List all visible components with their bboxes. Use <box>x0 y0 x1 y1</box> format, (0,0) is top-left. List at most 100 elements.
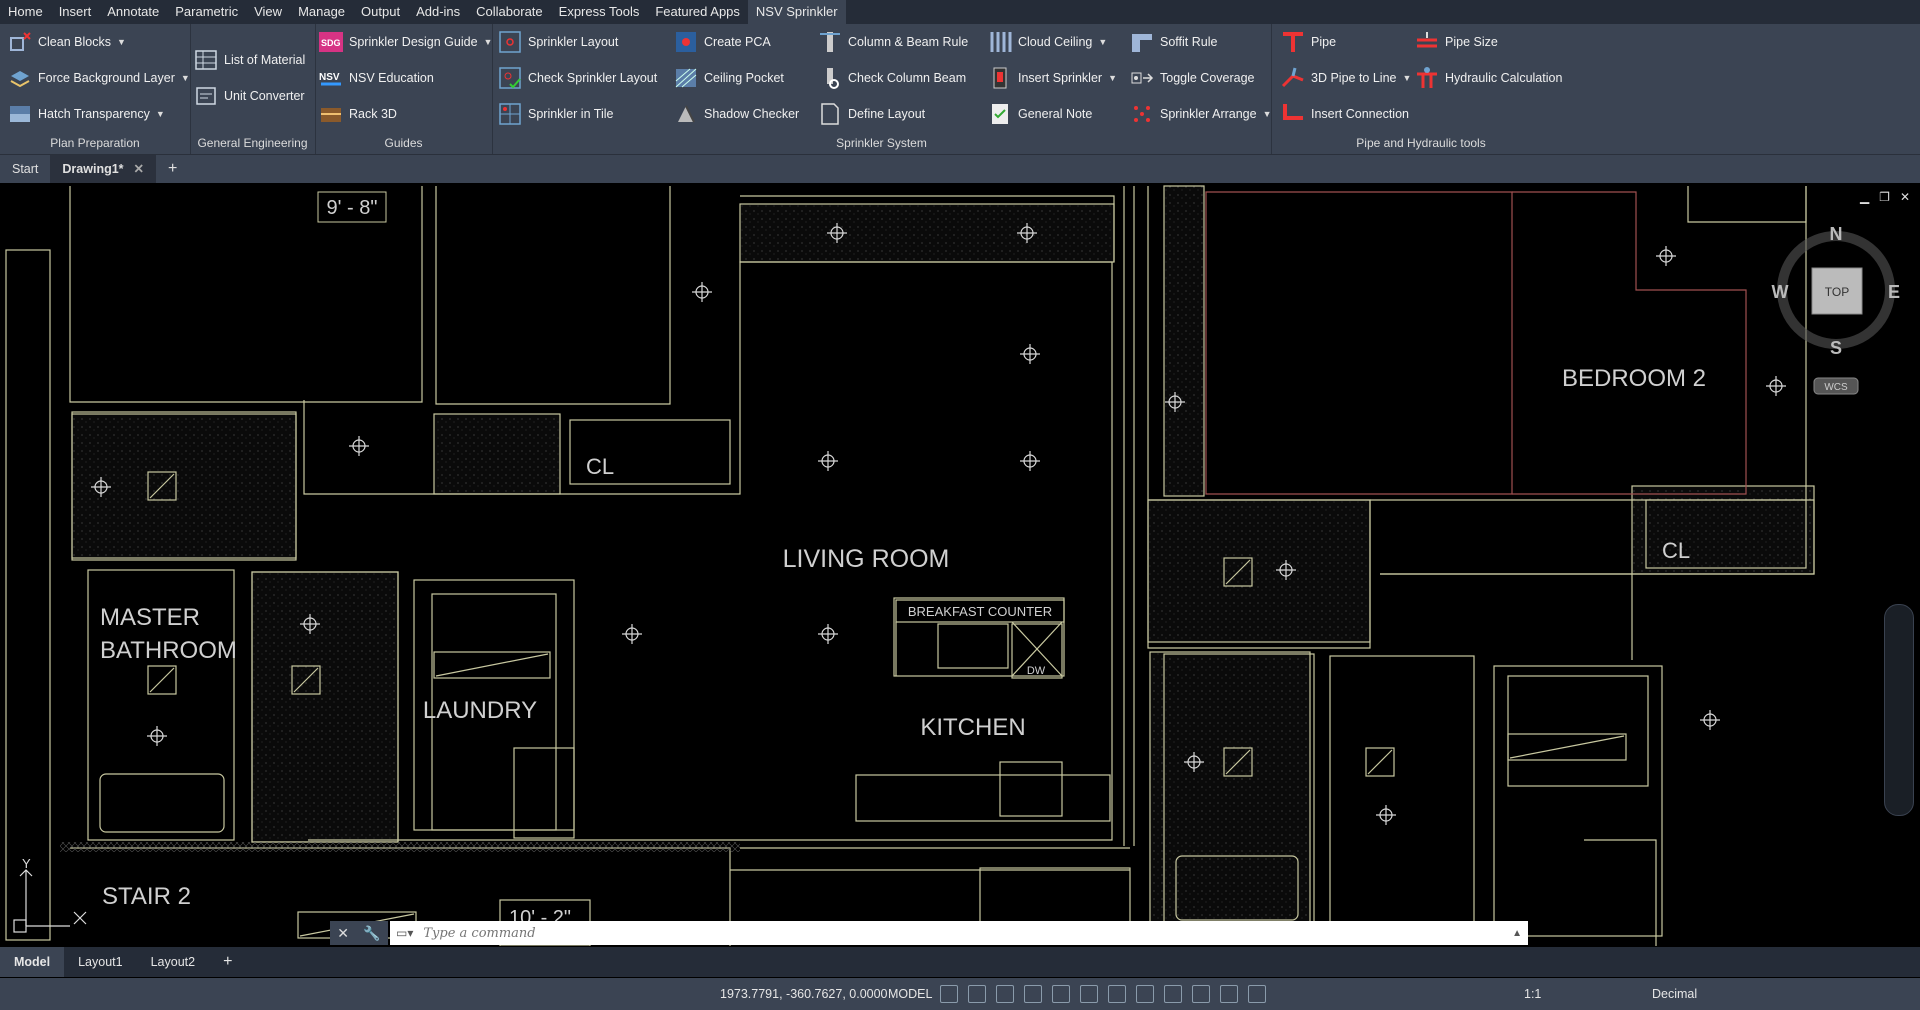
viewcube-south[interactable]: S <box>1830 338 1842 358</box>
column-beam-rule-button[interactable]: Column & Beam Rule <box>818 30 968 54</box>
sprinkler-arrange-button[interactable]: Sprinkler Arrange ▼ <box>1130 102 1272 126</box>
command-input[interactable] <box>421 924 1476 942</box>
viewport-window-controls: ▁ ❐ ✕ <box>1860 190 1910 204</box>
menu-nsv-sprinkler[interactable]: NSV Sprinkler <box>747 0 846 24</box>
breakfast-counter-label: BREAKFAST COUNTER <box>908 604 1052 619</box>
sprinkler-layout-button[interactable]: Sprinkler Layout <box>498 30 618 54</box>
cloud-ceiling-button[interactable]: Cloud Ceiling ▼ <box>988 30 1107 54</box>
define-layout-button[interactable]: Define Layout <box>818 102 925 126</box>
pipe-size-icon <box>1417 32 1437 48</box>
add-layout-button[interactable]: + <box>209 947 246 977</box>
viewcube-west[interactable]: W <box>1772 282 1789 302</box>
menu-collaborate[interactable]: Collaborate <box>468 0 551 24</box>
soffit-rule-button[interactable]: Soffit Rule <box>1130 30 1217 54</box>
bathroom-label: BATHROOM <box>100 637 237 664</box>
selection-cycle-icon[interactable] <box>1164 985 1182 1003</box>
unit-converter-button[interactable]: Unit Converter <box>194 84 305 108</box>
minimize-icon[interactable]: ▁ <box>1860 190 1869 204</box>
tab-start[interactable]: Start <box>0 155 50 183</box>
3d-pipe-to-line-button[interactable]: 3D Pipe to Line ▼ <box>1281 66 1411 90</box>
tab-layout2[interactable]: Layout2 <box>137 947 209 977</box>
pipe-button[interactable]: Pipe <box>1281 30 1336 54</box>
viewcube-north[interactable]: N <box>1830 224 1843 244</box>
menu-parametric[interactable]: Parametric <box>167 0 246 24</box>
tab-drawing1[interactable]: Drawing1* ✕ <box>50 155 157 183</box>
viewcube-east[interactable]: E <box>1888 282 1900 302</box>
new-tab-button[interactable]: + <box>156 155 189 183</box>
sprinkler-in-tile-button[interactable]: Sprinkler in Tile <box>498 102 613 126</box>
menu-featured-apps[interactable]: Featured Apps <box>647 0 748 24</box>
command-prompt-icon[interactable]: ▭▾ <box>396 926 413 940</box>
svg-text:SDG: SDG <box>321 38 341 48</box>
hatch-transparency-button[interactable]: Hatch Transparency ▼ <box>8 102 165 126</box>
close-tab-icon[interactable]: ✕ <box>134 162 144 176</box>
close-icon[interactable]: ✕ <box>1900 190 1910 204</box>
ortho-icon[interactable] <box>996 985 1014 1003</box>
general-engineering-title: General Engineering <box>197 136 308 150</box>
model-space-toggle[interactable]: MODEL <box>888 987 932 1001</box>
menu-home[interactable]: Home <box>0 0 51 24</box>
rack-3d-button[interactable]: Rack 3D <box>319 102 397 126</box>
menu-annotate[interactable]: Annotate <box>99 0 167 24</box>
grid-icon[interactable] <box>940 985 958 1003</box>
pipe-label: Pipe <box>1311 35 1337 49</box>
menu-manage[interactable]: Manage <box>290 0 353 24</box>
osnap-icon[interactable] <box>1052 985 1070 1003</box>
lineweight-icon[interactable] <box>1108 985 1126 1003</box>
insert-connection-button[interactable]: Insert Connection <box>1281 102 1409 126</box>
rack-3d-label: Rack 3D <box>349 107 397 121</box>
dishwasher-label: DW <box>1027 665 1046 677</box>
insert-sprinkler-button[interactable]: Insert Sprinkler ▼ <box>988 66 1117 90</box>
menu-add-ins[interactable]: Add-ins <box>408 0 468 24</box>
sprinkler-design-guide-label: Sprinkler Design Guide <box>349 35 478 49</box>
annotation-icon[interactable] <box>1220 985 1238 1003</box>
menu-express-tools[interactable]: Express Tools <box>551 0 648 24</box>
hydraulic-calculation-button[interactable]: Hydraulic Calculation <box>1415 66 1562 90</box>
viewcube[interactable]: TOP N S E W WCS <box>1772 224 1901 395</box>
shadow-checker-button[interactable]: Shadow Checker <box>674 102 799 126</box>
otrack-icon[interactable] <box>1080 985 1098 1003</box>
transparency-icon[interactable] <box>1136 985 1154 1003</box>
close-command-icon[interactable]: ✕ <box>337 925 349 942</box>
pipe-size-button[interactable]: Pipe Size <box>1415 30 1498 54</box>
create-pca-button[interactable]: Create PCA <box>674 30 771 54</box>
ribbon: Clean Blocks ▼ Force Background Layer ▼ Ha… <box>0 24 1920 155</box>
command-history-icon[interactable]: ▲ <box>1512 928 1522 939</box>
panel-sprinkler-system: Sprinkler Layout Check Sprinkler Layout … <box>492 24 1272 154</box>
panel-pipe-hydraulic: Pipe 3D Pipe to Line ▼ Insert Connection … <box>1271 24 1571 154</box>
nsv-education-button[interactable]: NSV NSV Education <box>319 66 434 90</box>
tab-layout1[interactable]: Layout1 <box>64 947 136 977</box>
check-sprinkler-layout-label: Check Sprinkler Layout <box>528 71 658 85</box>
units-selector[interactable]: Decimal <box>1652 987 1697 1001</box>
check-column-beam-button[interactable]: Check Column Beam <box>818 66 966 90</box>
restore-icon[interactable]: ❐ <box>1879 190 1890 204</box>
sprinkler-design-guide-button[interactable]: SDG Sprinkler Design Guide ▼ <box>319 30 492 54</box>
polar-icon[interactable] <box>1024 985 1042 1003</box>
snap-icon[interactable] <box>968 985 986 1003</box>
navigation-bar[interactable] <box>1884 604 1914 816</box>
tab-model[interactable]: Model <box>0 947 65 977</box>
force-background-layer-button[interactable]: Force Background Layer ▼ <box>8 66 190 90</box>
command-line: ✕ 🔧 ▭▾ ▲ <box>330 921 1528 945</box>
general-note-button[interactable]: General Note <box>988 102 1092 126</box>
drawing-canvas[interactable]: 9' - 8" LIVING ROOM MASTER BATHROOM LAUN… <box>0 184 1920 946</box>
coordinate-readout[interactable]: 1973.7791, -360.7627, 0.0000 <box>720 987 888 1001</box>
ceiling-pocket-button[interactable]: Ceiling Pocket <box>674 66 784 90</box>
menu-view[interactable]: View <box>246 0 290 24</box>
gizmo-icon[interactable] <box>1192 985 1210 1003</box>
menu-bar: Home Insert Annotate Parametric View Manage Ou… <box>0 0 1920 24</box>
annotation-scale[interactable]: 1:1 <box>1524 987 1541 1001</box>
check-sprinkler-layout-button[interactable]: Check Sprinkler Layout <box>498 66 657 90</box>
menu-output[interactable]: Output <box>353 0 408 24</box>
toggle-coverage-button[interactable]: Toggle Coverage <box>1130 66 1255 90</box>
note-icon <box>992 104 1008 124</box>
sdg-icon: SDG <box>319 32 343 52</box>
workspace-icon[interactable] <box>1248 985 1266 1003</box>
tile-icon <box>499 103 521 125</box>
viewcube-top[interactable]: TOP <box>1825 285 1849 299</box>
clean-blocks-button[interactable]: Clean Blocks ▼ <box>8 30 126 54</box>
list-of-material-button[interactable]: List of Material <box>194 48 305 72</box>
menu-insert[interactable]: Insert <box>51 0 100 24</box>
wcs-button[interactable]: WCS <box>1824 382 1848 393</box>
customize-wrench-icon[interactable]: 🔧 <box>363 925 380 942</box>
